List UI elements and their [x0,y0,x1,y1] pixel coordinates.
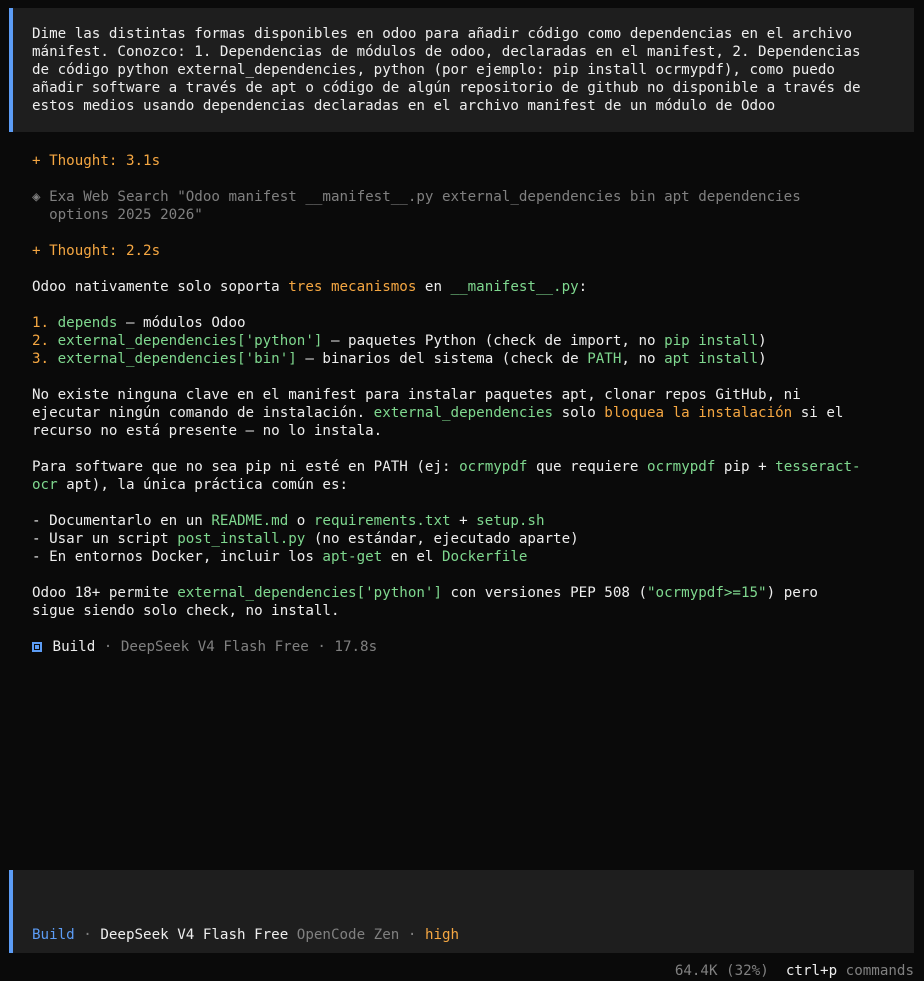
paragraph-odoo18: Odoo 18+ permite external_dependencies['… [32,584,818,620]
separator: · [74,927,101,943]
list-number: 2. [32,333,58,349]
para-text: pip + [715,459,776,475]
bullet-text: (no estándar, ejecutado aparte) [305,531,579,547]
build-label: Build [52,639,96,655]
list-key: external_dependencies['bin'] [57,351,297,367]
build-meta: · DeepSeek V4 Flash Free · 17.8s [95,639,378,655]
list-code: PATH [587,351,622,367]
para-text: solo [553,405,605,421]
shortcut-key: ctrl+p [785,963,838,979]
list-code: pip install [664,333,759,349]
para-code: ocrmypdf [647,459,716,475]
intro-paragraph: Odoo nativamente solo soporta tres mecan… [32,278,587,296]
para-text: que requiere [527,459,648,475]
para-text: recurso no está presente — no lo instala… [32,423,383,439]
list-code: apt install [664,351,759,367]
bullet-list: - Documentarlo en un README.md o require… [32,512,579,566]
prompt-line: añadir software a través de apt o código… [32,80,861,96]
build-summary: Build · DeepSeek V4 Flash Free · 17.8s [32,638,377,656]
para-code: "ocrmypdf>=15" [647,585,767,601]
para-code: external_dependencies['python'] [177,585,443,601]
bullet-code: setup.sh [476,513,545,529]
bullet-code: README.md [211,513,289,529]
bullet-text: + [450,513,477,529]
para-text: ejecutar ningún comando de instalación. [32,405,374,421]
para-text: Para software que no sea pip ni esté en … [32,459,460,475]
para-code: ocr [32,477,58,493]
para-text: si el [792,405,844,421]
list-key: depends [57,315,118,331]
para-highlight: bloquea la instalación [604,405,793,421]
footer-bar: 64.4K (32%) ctrl+p commands [675,962,914,980]
list-text: — paquetes Python (check de import, no [322,333,665,349]
para-code: ocrmypdf [459,459,528,475]
para-text: No existe ninguna clave en el manifest p… [32,387,801,403]
para-text: ) pero [766,585,818,601]
bullet-code: requirements.txt [313,513,451,529]
intro-text: : [578,279,588,295]
commands-hint[interactable]: commands [837,963,914,979]
token-usage: 64.4K (32%) [674,963,769,979]
bullet-text: - Documentarlo en un [32,513,212,529]
provider-name: OpenCode Zen [288,927,400,943]
para-text: sigue siendo solo check, no install. [32,603,340,619]
intro-highlight: tres mecanismos [288,279,417,295]
build-square-icon [32,642,42,652]
para-code: tesseract- [775,459,861,475]
separator: · [399,927,425,943]
prompt-input[interactable]: Build · DeepSeek V4 Flash Free OpenCode … [9,870,914,953]
prompt-line: Dime las distintas formas disponibles en… [32,26,852,42]
reasoning-effort[interactable]: high [425,927,459,943]
input-status-bar: Build · DeepSeek V4 Flash Free OpenCode … [32,926,459,944]
list-text: — módulos Odoo [117,315,246,331]
thought-toggle-2[interactable]: + Thought: 2.2s [32,242,160,260]
list-key: external_dependencies['python'] [57,333,323,349]
para-text: Odoo 18+ permite [32,585,178,601]
list-text: , no [621,351,665,367]
bullet-code: apt-get [322,549,383,565]
search-line: ◈ Exa Web Search "Odoo manifest __manife… [32,189,801,205]
list-text: — binarios del sistema (check de [296,351,588,367]
para-text: con versiones PEP 508 ( [442,585,648,601]
web-search-call: ◈ Exa Web Search "Odoo manifest __manife… [32,188,801,224]
intro-text: en [416,279,451,295]
prompt-line: de código python external_dependencies, … [32,62,835,78]
list-text: ) [758,351,767,367]
list-number: 3. [32,351,58,367]
bullet-text: - Usar un script [32,531,178,547]
bullet-code: post_install.py [177,531,306,547]
bullet-code: Dockerfile [442,549,528,565]
prompt-line: estos medios usando dependencias declara… [32,98,776,114]
para-code: external_dependencies [373,405,554,421]
list-number: 1. [32,315,58,331]
paragraph-no-key: No existe ninguna clave en el manifest p… [32,386,843,440]
search-line: options 2025 2026" [32,207,203,223]
bullet-text: - En entornos Docker, incluir los [32,549,323,565]
model-name[interactable]: DeepSeek V4 Flash Free [100,927,288,943]
thought-toggle-1[interactable]: + Thought: 3.1s [32,152,160,170]
para-text: apt), la única práctica común es: [57,477,349,493]
intro-text: Odoo nativamente solo soporta [32,279,289,295]
user-prompt-text: Dime las distintas formas disponibles en… [32,25,916,115]
bullet-text: en el [382,549,443,565]
paragraph-software: Para software que no sea pip ni esté en … [32,458,861,494]
list-item: 1. depends — módulos Odoo [32,314,246,332]
list-item: 2. external_dependencies['python'] — paq… [32,332,767,350]
list-text: ) [758,333,767,349]
prompt-line: mánifest. Conozco: 1. Dependencias de mó… [32,44,861,60]
bullet-text: o [288,513,314,529]
intro-code: __manifest__.py [450,279,579,295]
user-prompt-box: Dime las distintas formas disponibles en… [9,8,914,132]
agent-mode[interactable]: Build [32,927,75,943]
list-item: 3. external_dependencies['bin'] — binari… [32,350,767,368]
